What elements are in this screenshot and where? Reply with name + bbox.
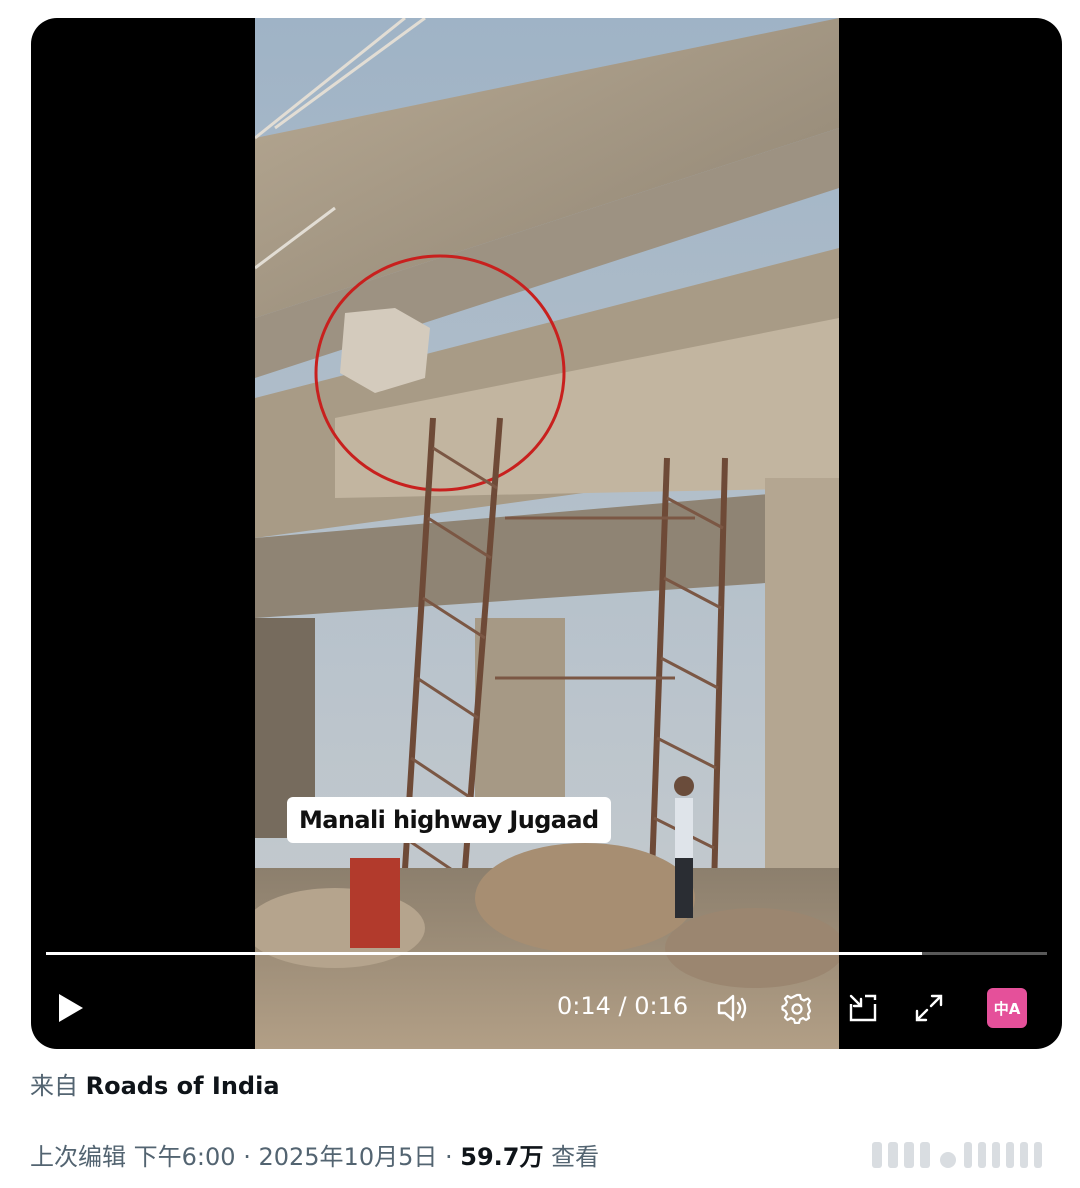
- separator: ·: [445, 1143, 453, 1171]
- source-prefix: 来自: [30, 1072, 78, 1100]
- views-label: 查看: [551, 1143, 600, 1171]
- post-date[interactable]: 2025年10月5日: [258, 1143, 437, 1171]
- video-caption: Manali highway Jugaad: [287, 797, 611, 843]
- pip-button[interactable]: [841, 986, 885, 1030]
- progress-bar[interactable]: [46, 952, 1047, 955]
- video-frame: [255, 18, 839, 1049]
- translate-icon: 中A: [993, 999, 1021, 1018]
- fullscreen-icon: [915, 994, 943, 1022]
- progress-fill: [46, 952, 922, 955]
- fullscreen-button[interactable]: [907, 986, 951, 1030]
- watermark-bars-icon: [872, 1142, 1042, 1168]
- bridge-scene-image: [255, 18, 839, 1049]
- edited-label: 上次编辑: [30, 1143, 126, 1171]
- view-count: 59.7万: [460, 1143, 544, 1171]
- post-meta: 上次编辑 下午6:00 · 2025年10月5日 · 59.7万 查看: [30, 1137, 599, 1172]
- gear-icon: [781, 993, 812, 1024]
- separator: ·: [243, 1143, 251, 1171]
- time-display: 0:14 / 0:16: [557, 992, 689, 1020]
- video-player[interactable]: Manali highway Jugaad 0:14 / 0:16 中A: [31, 18, 1062, 1049]
- volume-button[interactable]: [711, 986, 755, 1030]
- post-time[interactable]: 下午6:00: [134, 1143, 236, 1171]
- play-button[interactable]: [49, 986, 93, 1030]
- settings-button[interactable]: [775, 986, 819, 1030]
- picture-in-picture-icon: [849, 994, 877, 1022]
- source-attribution: 来自 Roads of India: [30, 1066, 280, 1101]
- translate-button[interactable]: 中A: [987, 988, 1027, 1028]
- volume-icon: [717, 994, 747, 1022]
- play-icon: [59, 994, 83, 1022]
- source-name[interactable]: Roads of India: [86, 1072, 280, 1100]
